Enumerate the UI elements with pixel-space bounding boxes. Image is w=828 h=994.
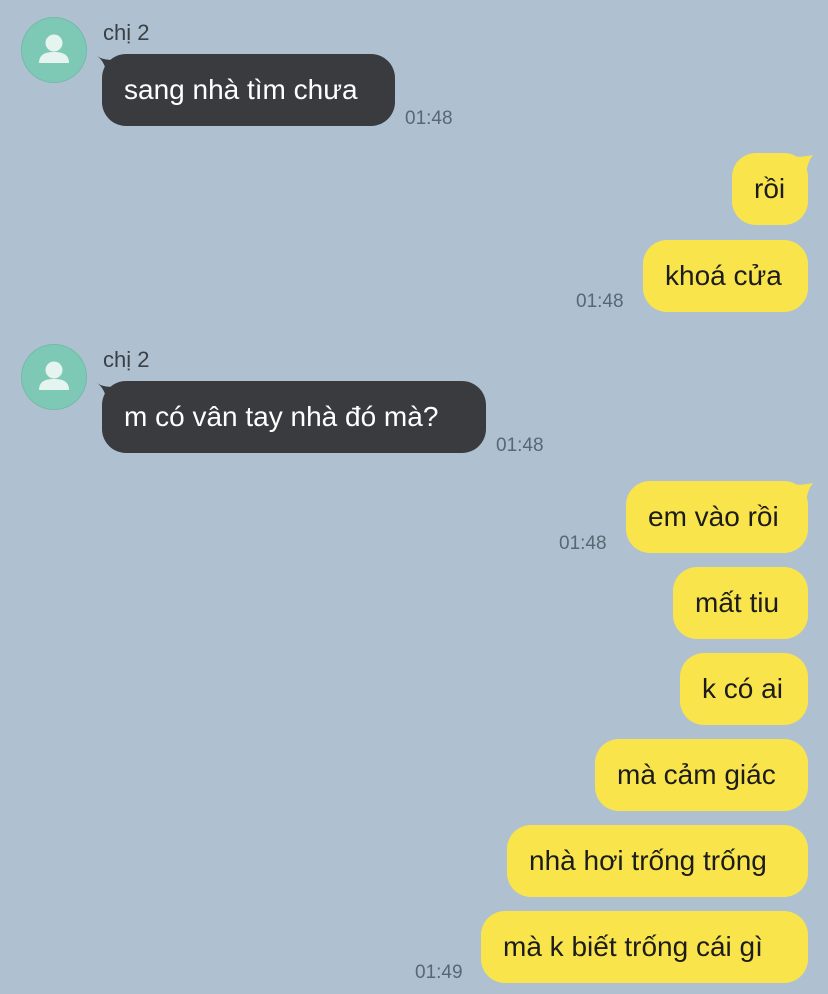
sender-avatar[interactable] bbox=[21, 17, 87, 83]
chat-area[interactable]: chị 2 sang nhà tìm chưa 01:48 rồi khoá c… bbox=[0, 0, 828, 994]
message-bubble-outgoing[interactable]: mà cảm giác bbox=[595, 739, 808, 811]
person-silhouette-icon bbox=[39, 34, 69, 63]
message-bubble-outgoing[interactable]: mà k biết trống cái gì bbox=[481, 911, 808, 983]
message-bubble-outgoing[interactable]: nhà hơi trống trống bbox=[507, 825, 808, 897]
sender-name: chị 2 bbox=[103, 20, 150, 45]
message-timestamp: 01:48 bbox=[405, 108, 453, 129]
message-bubble-outgoing[interactable]: khoá cửa bbox=[643, 240, 808, 312]
message-bubble-incoming[interactable]: sang nhà tìm chưa bbox=[102, 54, 395, 126]
sender-name: chị 2 bbox=[103, 347, 150, 372]
message-timestamp: 01:48 bbox=[559, 533, 607, 554]
message-bubble-incoming[interactable]: m có vân tay nhà đó mà? bbox=[102, 381, 486, 453]
message-bubble-outgoing[interactable]: em vào rồi bbox=[626, 481, 808, 553]
message-timestamp: 01:48 bbox=[496, 435, 544, 456]
message-bubble-outgoing[interactable]: rồi bbox=[732, 153, 808, 225]
message-bubble-outgoing[interactable]: k có ai bbox=[680, 653, 808, 725]
message-timestamp: 01:49 bbox=[415, 962, 463, 983]
sender-avatar[interactable] bbox=[21, 344, 87, 410]
message-bubble-outgoing[interactable]: mất tiu bbox=[673, 567, 808, 639]
person-silhouette-icon bbox=[39, 361, 69, 390]
message-timestamp: 01:48 bbox=[576, 291, 624, 312]
